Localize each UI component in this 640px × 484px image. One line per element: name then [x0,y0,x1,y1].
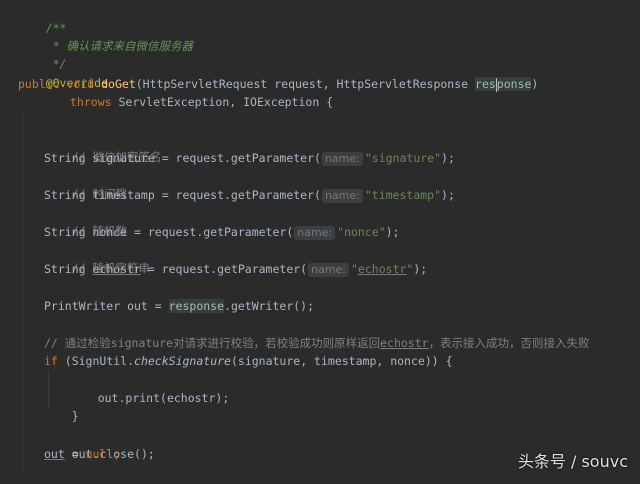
statement-code: out.print(echostr); [97,391,230,405]
code-line-8: // 微信加密签名 [44,130,162,164]
code-editor[interactable]: /** * 确认请求来自微信服务器 */ @Override public vo… [0,0,640,484]
code-line-11: String timestamp = request.getParameter(… [44,186,455,204]
code-line-25: out = null; [44,445,120,463]
keyword-void: void [66,77,95,91]
statement-end: ); [385,225,400,239]
statement-code: PrintWriter out = [44,299,169,313]
statement-end: ); [441,151,455,165]
statement-end: ); [413,262,428,276]
keyword-throws: throws [70,95,112,109]
statement-code: = request.getParameter( [140,262,308,276]
line-comment: // 通过检验signature对请求进行校验，若校验成功则原样返回 [44,336,381,350]
indent-guide [22,110,23,470]
method-name[interactable]: doGet [101,77,136,91]
string-literal: "timestamp" [364,188,442,202]
static-method: checkSignature [134,354,231,368]
string-literal: "signature" [364,151,442,165]
param-hint: name: [321,152,363,166]
string-quote: " [351,262,358,276]
closing-brace: } [71,409,79,423]
code-line-6: throws ServletException, IOException { [70,93,333,111]
string-literal: "nonce" [337,225,386,239]
statement-code: String timestamp = request.getParameter( [44,188,321,202]
keyword-public: public [18,77,60,91]
variable-echostr: echostr [92,262,141,276]
code-line-26: } [18,463,53,484]
statement-end: ); [441,188,455,202]
code-line-4: @Override [18,56,108,90]
keyword-null: null [85,447,114,461]
throws-list: ServletException, IOException { [111,95,334,109]
code-line-17: PrintWriter out = response.getWriter(); [44,297,314,315]
statement-code: String signature = request.getParameter( [44,151,321,165]
code-line-22: } [44,389,79,423]
param-response-part2: ponse [496,77,532,91]
line-comment-ref: echostr [380,336,429,350]
code-line-10: // 时间戳 [44,167,127,201]
string-literal: echostr [357,262,407,276]
code-line-19: // 通过检验signature对请求进行校验，若校验成功则原样返回echost… [44,334,590,352]
variable-out: out [44,447,65,461]
watermark: 头条号 / souvc [517,452,628,471]
doc-comment-text: * 确认请求来自微信服务器 [45,39,193,53]
statement-code: (signature, timestamp, nonce)) { [230,354,453,368]
statement-end: .getWriter(); [224,299,315,313]
code-line-5: public void doGet(HttpServletRequest req… [18,75,538,93]
variable-response: response [168,299,225,313]
statement-code: String nonce = request.getParameter( [44,225,294,239]
statement-code: (SignUtil. [57,354,135,368]
code-line-14: // 随机字符串 [44,241,150,275]
param-response-part1: res [475,77,496,91]
params-close: ) [531,77,539,91]
method-params: (HttpServletRequest request, HttpServlet… [135,77,476,91]
code-line-21: out.print(echostr); [70,371,230,405]
assignment: = [64,447,86,461]
code-line-1: /** [18,1,67,35]
code-line-3: */ [18,37,67,71]
statement-code: String [44,262,93,276]
param-hint: name: [294,226,336,240]
code-line-2: * 确认请求来自微信服务器 [18,19,193,53]
param-hint: name: [321,189,363,203]
param-hint: name: [308,263,350,277]
code-line-20: if (SignUtil.checkSignature(signature, t… [44,352,453,370]
code-line-15: String echostr = request.getParameter(na… [44,260,427,278]
code-line-24: out.close(); [44,427,155,461]
code-line-12: // 随机数 [44,204,127,238]
code-line-13: String nonce = request.getParameter(name… [44,223,399,241]
code-line-9: String signature = request.getParameter(… [44,149,455,167]
keyword-if: if [44,354,58,368]
line-comment: ，表示接入成功，否则接入失败 [428,336,590,350]
semicolon: ; [113,447,121,461]
